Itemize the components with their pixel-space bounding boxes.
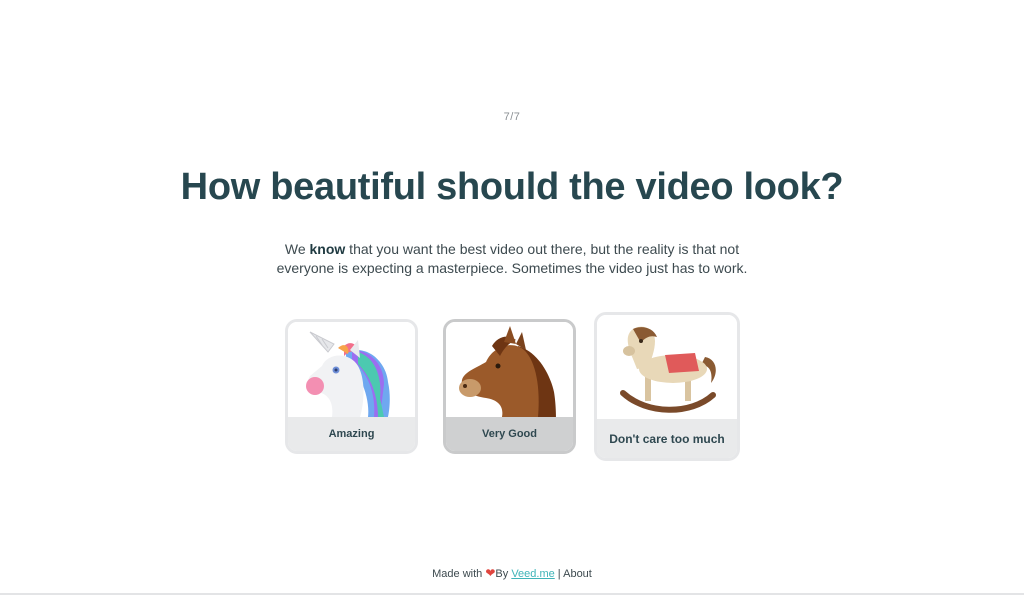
horse-illustration — [446, 322, 573, 417]
option-dont-care[interactable]: Don't care too much — [594, 312, 740, 461]
option-label: Very Good — [446, 417, 573, 451]
rocking-horse-icon — [620, 326, 716, 413]
footer: Made with ❤By Veed.me | About — [0, 566, 1024, 580]
made-with-text: Made with — [432, 568, 483, 580]
heart-icon: ❤ — [485, 566, 496, 580]
unicorn-icon — [306, 331, 390, 417]
option-very-good[interactable]: Very Good — [443, 319, 576, 454]
rocking-horse-illustration — [597, 315, 737, 419]
brand-link[interactable]: Veed.me — [511, 568, 554, 580]
about-link[interactable]: About — [563, 568, 592, 580]
by-text: By — [495, 568, 509, 580]
footer-separator: | — [557, 568, 561, 580]
option-label: Don't care too much — [597, 419, 737, 458]
unicorn-illustration — [288, 322, 415, 417]
option-amazing[interactable]: Amazing — [285, 319, 418, 454]
horse-icon — [459, 326, 556, 417]
option-label: Amazing — [288, 417, 415, 451]
option-cards: Amazing Very Good Don't care too much — [0, 0, 1024, 595]
quiz-page: 7/7 How beautiful should the video look?… — [0, 0, 1024, 595]
